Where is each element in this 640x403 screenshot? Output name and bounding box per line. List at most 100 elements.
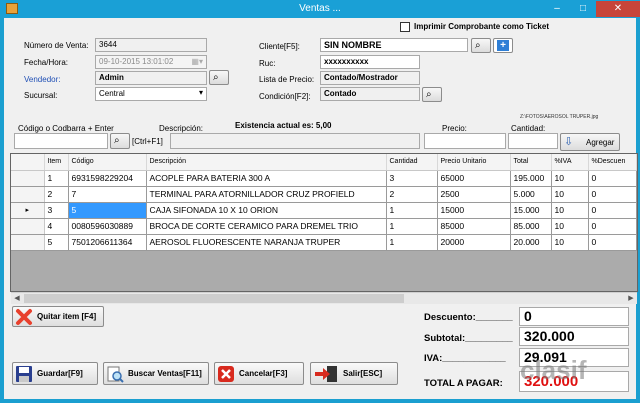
- cell-cantidad[interactable]: 3: [386, 170, 438, 187]
- cell-descuento[interactable]: 0: [588, 234, 637, 251]
- cell-total[interactable]: 20.000: [510, 234, 552, 251]
- codigo-search-button[interactable]: ⌕: [110, 133, 130, 149]
- scroll-right-icon[interactable]: ▶: [625, 293, 637, 305]
- cell-cantidad[interactable]: 1: [386, 202, 438, 219]
- cliente-search-button[interactable]: ⌕: [471, 38, 491, 53]
- cell-iva[interactable]: 10: [551, 202, 589, 219]
- table-row[interactable]: 5 7501206611364 AEROSOL FLUORESCENTE NAR…: [11, 234, 637, 251]
- cell-iva[interactable]: 10: [551, 218, 589, 235]
- cell-descuento[interactable]: 0: [588, 202, 637, 219]
- cell-cantidad[interactable]: 1: [386, 234, 438, 251]
- minimize-button[interactable]: –: [544, 1, 570, 17]
- column-header-descuento[interactable]: %Descuen: [588, 154, 637, 171]
- cell-item[interactable]: 3: [44, 202, 69, 219]
- column-header-cantidad[interactable]: Cantidad: [386, 154, 438, 171]
- cell-item[interactable]: 5: [44, 234, 69, 251]
- items-grid[interactable]: Item Código Descripción Cantidad Precio …: [10, 153, 638, 292]
- cliente-field[interactable]: SIN NOMBRE: [320, 38, 468, 52]
- cell-cantidad[interactable]: 2: [386, 186, 438, 203]
- cell-descuento[interactable]: 0: [588, 170, 637, 187]
- cell-precio[interactable]: 2500: [437, 186, 511, 203]
- cell-total[interactable]: 195.000: [510, 170, 552, 187]
- table-row[interactable]: 4 0080596030889 BROCA DE CORTE CERAMICO …: [11, 218, 637, 235]
- numero-venta-label: Número de Venta:: [24, 41, 89, 50]
- cell-codigo[interactable]: 6931598229204: [68, 170, 147, 187]
- column-header-item[interactable]: Item: [44, 154, 69, 171]
- fecha-field: 09-10-2015 13:01:02 ▦▾: [95, 55, 207, 69]
- cell-total[interactable]: 15.000: [510, 202, 552, 219]
- descuento-value[interactable]: 0: [519, 307, 629, 326]
- ctrl-f1-hint: [Ctrl+F1]: [132, 137, 163, 146]
- cell-precio[interactable]: 15000: [437, 202, 511, 219]
- column-header-iva[interactable]: %IVA: [551, 154, 589, 171]
- codigo-input[interactable]: [14, 133, 108, 149]
- condicion-field: Contado: [320, 87, 420, 101]
- guardar-button[interactable]: Guardar[F9]: [12, 362, 98, 385]
- binoculars-icon: ⌕: [114, 135, 120, 146]
- cantidad-input[interactable]: [508, 133, 558, 149]
- row-header[interactable]: [11, 234, 45, 251]
- cell-cantidad[interactable]: 1: [386, 218, 438, 235]
- column-header-codigo[interactable]: Código: [68, 154, 147, 171]
- cell-iva[interactable]: 10: [551, 170, 589, 187]
- column-header-descripcion[interactable]: Descripción: [146, 154, 387, 171]
- salir-button[interactable]: Salir[ESC]: [310, 362, 398, 385]
- cell-codigo[interactable]: 7: [68, 186, 147, 203]
- cancelar-button[interactable]: Cancelar[F3]: [214, 362, 304, 385]
- scrollbar-thumb[interactable]: [24, 294, 404, 303]
- table-row[interactable]: ▸ 3 5 CAJA SIFONADA 10 X 10 ORION 1 1500…: [11, 202, 637, 219]
- cell-item[interactable]: 2: [44, 186, 69, 203]
- cantidad-label: Cantidad:: [511, 124, 546, 133]
- cell-item[interactable]: 1: [44, 170, 69, 187]
- table-row[interactable]: 2 7 TERMINAL PARA ATORNILLADOR CRUZ PROF…: [11, 186, 637, 203]
- row-header[interactable]: [11, 218, 45, 235]
- buscar-ventas-label: Buscar Ventas[F11]: [128, 369, 202, 378]
- cell-codigo[interactable]: 7501206611364: [68, 234, 147, 251]
- cell-precio[interactable]: 20000: [437, 234, 511, 251]
- cell-precio[interactable]: 85000: [437, 218, 511, 235]
- cell-item[interactable]: 4: [44, 218, 69, 235]
- iva-label: IVA:____________: [424, 353, 506, 364]
- add-cliente-button[interactable]: +: [493, 38, 513, 53]
- agregar-label: Agregar: [586, 138, 615, 147]
- cell-descripcion[interactable]: BROCA DE CORTE CERAMICO PARA DREMEL TRIO: [146, 218, 387, 235]
- table-row[interactable]: 1 6931598229204 ACOPLE PARA BATERIA 300 …: [11, 170, 637, 187]
- cell-descripcion[interactable]: AEROSOL FLUORESCENTE NARANJA TRUPER: [146, 234, 387, 251]
- cell-iva[interactable]: 10: [551, 186, 589, 203]
- vendedor-search-button[interactable]: ⌕: [209, 70, 229, 85]
- fecha-label: Fecha/Hora:: [24, 58, 69, 67]
- cell-descuento[interactable]: 0: [588, 218, 637, 235]
- close-button[interactable]: ✕: [596, 1, 640, 17]
- cell-codigo-selected[interactable]: 5: [68, 202, 147, 219]
- cell-iva[interactable]: 10: [551, 234, 589, 251]
- cell-codigo[interactable]: 0080596030889: [68, 218, 147, 235]
- agregar-button[interactable]: ⇩ Agregar: [560, 133, 620, 151]
- sucursal-value: Central: [99, 89, 125, 98]
- subtotal-value: 320.000: [519, 327, 629, 346]
- current-row-marker[interactable]: ▸: [11, 202, 45, 219]
- row-header[interactable]: [11, 186, 45, 203]
- maximize-button[interactable]: □: [570, 1, 596, 17]
- scroll-left-icon[interactable]: ◀: [11, 293, 23, 305]
- precio-input[interactable]: [424, 133, 506, 149]
- guardar-label: Guardar[F9]: [37, 369, 83, 378]
- buscar-ventas-button[interactable]: Buscar Ventas[F11]: [103, 362, 209, 385]
- ruc-field[interactable]: xxxxxxxxxx: [320, 55, 420, 69]
- column-header-total[interactable]: Total: [510, 154, 552, 171]
- cell-total[interactable]: 5.000: [510, 186, 552, 203]
- cell-total[interactable]: 85.000: [510, 218, 552, 235]
- row-header[interactable]: [11, 170, 45, 187]
- ticket-checkbox[interactable]: [400, 22, 410, 32]
- cell-descripcion[interactable]: ACOPLE PARA BATERIA 300 A: [146, 170, 387, 187]
- sucursal-select[interactable]: Central ▾: [95, 87, 207, 101]
- condicion-search-button[interactable]: ⌕: [422, 87, 442, 102]
- grid-horizontal-scrollbar[interactable]: ◀ ▶: [11, 292, 637, 304]
- quitar-item-button[interactable]: Quitar item [F4]: [12, 306, 104, 327]
- cell-precio[interactable]: 65000: [437, 170, 511, 187]
- fecha-value: 09-10-2015 13:01:02: [99, 57, 174, 66]
- sucursal-label: Sucursal:: [24, 91, 58, 100]
- cell-descripcion[interactable]: TERMINAL PARA ATORNILLADOR CRUZ PROFIELD: [146, 186, 387, 203]
- cell-descripcion[interactable]: CAJA SIFONADA 10 X 10 ORION: [146, 202, 387, 219]
- cell-descuento[interactable]: 0: [588, 186, 637, 203]
- column-header-precio[interactable]: Precio Unitario: [437, 154, 511, 171]
